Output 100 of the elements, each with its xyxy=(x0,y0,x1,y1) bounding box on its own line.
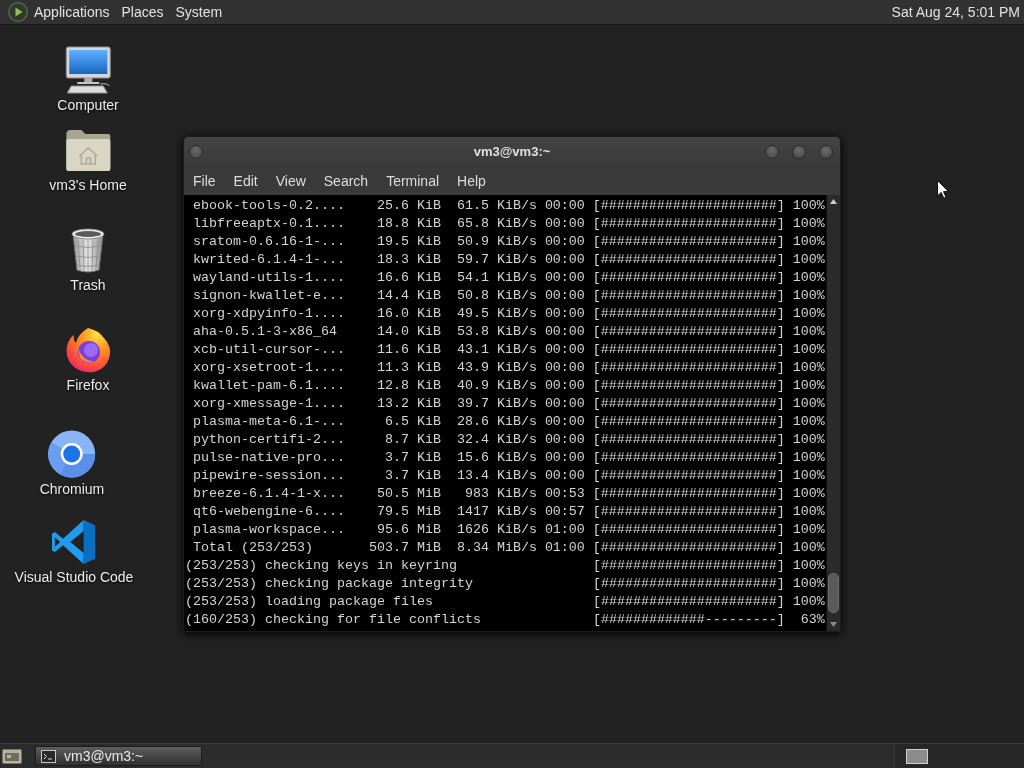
download-rate: 1417 KiB/s xyxy=(456,503,537,521)
taskbar-window-button[interactable]: vm3@vm3:~ xyxy=(35,746,202,766)
percent-text: 100% xyxy=(792,521,825,539)
package-name: breeze-6.1.4-1-x... xyxy=(193,485,345,503)
menu-item[interactable]: Edit xyxy=(224,171,267,190)
percent-text: 100% xyxy=(792,575,825,593)
download-rate: 50.9 KiB/s xyxy=(456,233,537,251)
elapsed-time: 00:00 xyxy=(544,197,585,215)
percent-text: 100% xyxy=(792,431,825,449)
progress-text: [######################] xyxy=(592,467,785,485)
package-name: qt6-webengine-6.... xyxy=(193,503,345,521)
download-size: 3.7 KiB xyxy=(384,449,441,467)
elapsed-time: 00:00 xyxy=(544,251,585,269)
terminal-icon xyxy=(41,749,56,763)
progress-text: [######################] xyxy=(592,197,785,215)
status-message: (253/253) checking package integrity xyxy=(185,575,473,593)
download-rate: 8.34 MiB/s xyxy=(456,539,537,557)
percent-text: 63% xyxy=(800,611,825,629)
download-size: 19.5 KiB xyxy=(376,233,441,251)
elapsed-time: 00:00 xyxy=(544,377,585,395)
download-size: 8.7 KiB xyxy=(384,431,441,449)
panel-menu[interactable]: System xyxy=(169,3,229,21)
percent-text: 100% xyxy=(792,233,825,251)
desktop-shortcut[interactable]: Chromium xyxy=(39,430,105,498)
download-rate: 39.7 KiB/s xyxy=(456,395,537,413)
elapsed-time: 00:00 xyxy=(544,215,585,233)
download-rate: 49.5 KiB/s xyxy=(456,305,537,323)
progress-text: [######################] xyxy=(592,503,785,521)
desktop-shortcut[interactable]: Trash xyxy=(64,226,112,294)
clock[interactable]: Sat Aug 24, 5:01 PM xyxy=(891,3,1024,21)
status-message: (253/253) loading package files xyxy=(185,593,433,611)
elapsed-time: 00:00 xyxy=(544,449,585,467)
menu-item[interactable]: View xyxy=(266,171,315,190)
chromium-logo-icon xyxy=(48,430,96,478)
download-rate: 65.8 KiB/s xyxy=(456,215,537,233)
progress-text: [######################] xyxy=(592,557,785,575)
progress-text: [######################] xyxy=(592,539,785,557)
show-desktop-icon[interactable] xyxy=(2,747,22,765)
download-size: 18.8 KiB xyxy=(376,215,441,233)
window-button[interactable] xyxy=(189,144,203,159)
progress-text: [######################] xyxy=(592,575,785,593)
scrollbar[interactable] xyxy=(826,195,840,631)
elapsed-time: 00:00 xyxy=(544,467,585,485)
percent-text: 100% xyxy=(792,593,825,611)
download-size: 95.6 MiB xyxy=(376,521,441,539)
progress-text: [######################] xyxy=(592,269,785,287)
desktop-shortcut[interactable]: Computer xyxy=(57,46,119,114)
percent-text: 100% xyxy=(792,215,825,233)
window-button[interactable] xyxy=(819,144,833,159)
package-name: aha-0.5.1-3-x86_64 xyxy=(193,323,337,341)
percent-text: 100% xyxy=(792,305,825,323)
percent-text: 100% xyxy=(792,503,825,521)
progress-text: [######################] xyxy=(592,215,785,233)
panel-menu[interactable]: Places xyxy=(115,3,170,21)
progress-text: [######################] xyxy=(592,485,785,503)
window-button[interactable] xyxy=(765,144,779,159)
download-size: 18.3 KiB xyxy=(376,251,441,269)
scrollbar-thumb[interactable] xyxy=(828,573,839,613)
elapsed-time: 00:57 xyxy=(544,503,585,521)
download-size: 16.0 KiB xyxy=(376,305,441,323)
download-size: 79.5 MiB xyxy=(376,503,441,521)
elapsed-time: 00:00 xyxy=(544,413,585,431)
progress-text: [######################] xyxy=(592,233,785,251)
desktop-shortcut[interactable]: Visual Studio Code xyxy=(14,518,134,586)
download-rate: 43.1 KiB/s xyxy=(456,341,537,359)
percent-text: 100% xyxy=(792,287,825,305)
download-size: 11.3 KiB xyxy=(376,359,441,377)
panel-menu[interactable]: Applications xyxy=(28,3,116,21)
apps-logo-icon[interactable] xyxy=(8,2,28,22)
progress-text: [######################] xyxy=(592,359,785,377)
download-rate: 1626 KiB/s xyxy=(456,521,537,539)
menu-item[interactable]: Help xyxy=(448,171,495,190)
download-rate: 15.6 KiB/s xyxy=(456,449,537,467)
package-name: xorg-xdpyinfo-1.... xyxy=(193,305,345,323)
menu-item[interactable]: Terminal xyxy=(377,171,449,190)
mouse-pointer-icon xyxy=(937,180,949,199)
progress-text: [######################] xyxy=(592,323,785,341)
percent-text: 100% xyxy=(792,323,825,341)
download-size: 13.2 KiB xyxy=(376,395,441,413)
menu-item[interactable]: Search xyxy=(314,171,378,190)
download-rate: 54.1 KiB/s xyxy=(456,269,537,287)
desktop-shortcut[interactable]: Firefox xyxy=(64,326,112,394)
vscode-logo-icon xyxy=(50,518,98,566)
progress-text: [######################] xyxy=(592,395,785,413)
desktop-shortcut[interactable]: vm3's Home xyxy=(49,126,127,194)
download-size: 25.6 KiB xyxy=(376,197,441,215)
window-button[interactable] xyxy=(792,144,806,159)
progress-text: [#############---------] xyxy=(592,611,785,629)
package-name: libfreeaptx-0.1.... xyxy=(193,215,345,233)
menu-item[interactable]: File xyxy=(184,171,225,190)
download-rate: 40.9 KiB/s xyxy=(456,377,537,395)
download-rate: 59.7 KiB/s xyxy=(456,251,537,269)
status-message: (160/253) checking for file conflicts xyxy=(185,611,481,629)
package-name: xorg-xmessage-1.... xyxy=(193,395,345,413)
window-thumbnail-icon xyxy=(906,748,928,764)
workspace-switcher[interactable] xyxy=(894,744,1024,768)
download-rate: 61.5 KiB/s xyxy=(456,197,537,215)
download-size: 12.8 KiB xyxy=(376,377,441,395)
progress-text: [######################] xyxy=(592,413,785,431)
package-name: kwallet-pam-6.1.... xyxy=(193,377,345,395)
